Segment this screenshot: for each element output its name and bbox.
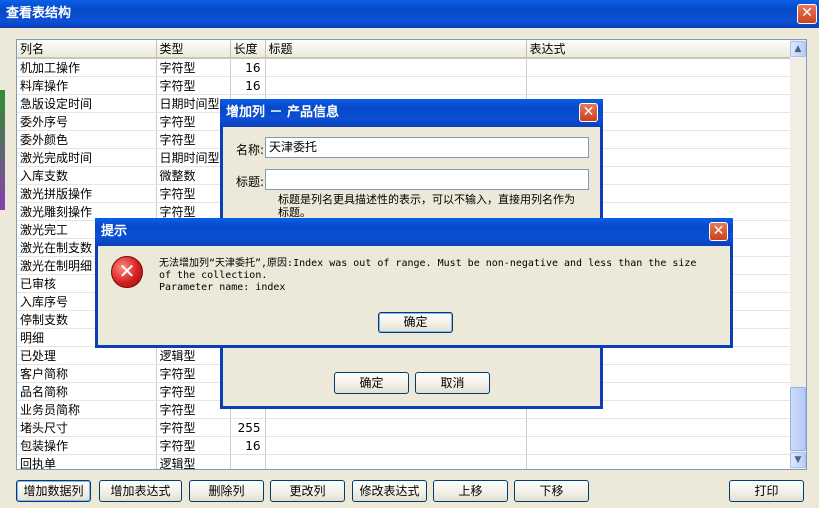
col-header-caption[interactable]: 标题: [265, 40, 527, 59]
table-row[interactable]: 料库操作 字符型 16: [17, 76, 792, 95]
cell-caption: [265, 418, 527, 437]
cell-caption: [265, 454, 527, 469]
table-header-row: 列名 类型 长度 标题 表达式: [17, 40, 792, 59]
cell-type: 字符型: [156, 112, 231, 131]
cell-caption: [265, 58, 527, 77]
add-data-column-button[interactable]: 增加数据列: [16, 480, 91, 502]
table-row[interactable]: 堵头尺寸 字符型 255: [17, 418, 792, 437]
alert-title: 提示: [101, 224, 128, 239]
cell-name: 入库支数: [17, 166, 157, 185]
cell-expression: [526, 454, 792, 469]
alert-titlebar: 提示: [95, 218, 733, 246]
cell-type: 字符型: [156, 130, 231, 149]
left-edge-strip: [0, 90, 5, 210]
cell-type: 字符型: [156, 418, 231, 437]
add-column-ok-button[interactable]: 确定: [334, 372, 409, 394]
error-icon: ✕: [111, 256, 143, 288]
edit-expression-button[interactable]: 修改表达式: [352, 480, 427, 502]
main-close-button[interactable]: ✕: [797, 4, 817, 24]
cell-caption: [265, 436, 527, 455]
add-column-cancel-button[interactable]: 取消: [415, 372, 490, 394]
table-row[interactable]: 机加工操作 字符型 16: [17, 58, 792, 77]
cell-name: 激光拼版操作: [17, 184, 157, 203]
name-label: 名称:: [236, 143, 265, 157]
move-down-button[interactable]: 下移: [514, 480, 589, 502]
cell-name: 业务员简称: [17, 400, 157, 419]
add-column-titlebar: 增加列 － 产品信息: [220, 99, 603, 127]
cell-expression: [526, 418, 792, 437]
delete-column-button[interactable]: 删除列: [189, 480, 264, 502]
add-column-title: 增加列 － 产品信息: [226, 105, 340, 120]
cell-name: 委外颜色: [17, 130, 157, 149]
scroll-down-button[interactable]: ▼: [790, 452, 806, 468]
cell-name: 急版设定时间: [17, 94, 157, 113]
alert-message: 无法增加列“天津委托”,原因:Index was out of range. M…: [159, 258, 729, 294]
alert-message-line-2: of the collection.: [159, 270, 268, 281]
cell-type: 日期时间型: [156, 148, 231, 167]
add-column-close-button[interactable]: ✕: [579, 103, 598, 122]
cell-expression: [526, 76, 792, 95]
caption-input[interactable]: [265, 169, 589, 190]
cell-name: 堵头尺寸: [17, 418, 157, 437]
alert-ok-button[interactable]: 确定: [378, 312, 453, 333]
caption-label: 标题:: [236, 175, 265, 189]
cell-expression: [526, 58, 792, 77]
cell-name: 客户简称: [17, 364, 157, 383]
cell-length: 16: [230, 436, 266, 455]
alert-message-line-3: Parameter name: index: [159, 282, 286, 293]
cell-name: 料库操作: [17, 76, 157, 95]
cell-type: 逻辑型: [156, 454, 231, 469]
cell-length: 16: [230, 76, 266, 95]
alert-dialog: 提示 ✕ ✕ 无法增加列“天津委托”,原因:Index was out of r…: [95, 218, 733, 348]
name-input[interactable]: 天津委托: [265, 137, 589, 158]
move-up-button[interactable]: 上移: [433, 480, 508, 502]
main-titlebar: 查看表结构: [0, 0, 819, 28]
scroll-up-button[interactable]: ▲: [790, 41, 806, 57]
cell-type: 日期时间型: [156, 94, 231, 113]
cell-name: 已处理: [17, 346, 157, 365]
cell-length: 255: [230, 418, 266, 437]
add-expression-button[interactable]: 增加表达式: [99, 480, 182, 502]
main-title: 查看表结构: [6, 6, 72, 21]
cell-type: 字符型: [156, 436, 231, 455]
change-column-button[interactable]: 更改列: [270, 480, 345, 502]
col-header-type[interactable]: 类型: [156, 40, 231, 59]
print-button[interactable]: 打印: [729, 480, 804, 502]
table-row[interactable]: 回执单 逻辑型: [17, 454, 792, 469]
col-header-name[interactable]: 列名: [17, 40, 157, 59]
cell-type: 字符型: [156, 364, 231, 383]
cell-name: 包装操作: [17, 436, 157, 455]
cell-name: 品名简称: [17, 382, 157, 401]
cell-name: 激光完成时间: [17, 148, 157, 167]
cell-name: 委外序号: [17, 112, 157, 131]
cell-name: 机加工操作: [17, 58, 157, 77]
alert-message-line-1: 无法增加列“天津委托”,原因:Index was out of range. M…: [159, 258, 697, 269]
table-row[interactable]: 包装操作 字符型 16: [17, 436, 792, 455]
grid-vertical-scrollbar[interactable]: ▲ ▼: [790, 40, 806, 469]
cell-expression: [526, 436, 792, 455]
alert-close-button[interactable]: ✕: [709, 222, 728, 241]
cell-type: 字符型: [156, 184, 231, 203]
col-header-expression[interactable]: 表达式: [526, 40, 792, 59]
col-header-length[interactable]: 长度: [230, 40, 266, 59]
cell-type: 逻辑型: [156, 346, 231, 365]
cell-type: 字符型: [156, 400, 231, 419]
scroll-thumb[interactable]: [790, 387, 806, 451]
cell-caption: [265, 76, 527, 95]
caption-hint: 标题是列名更具描述性的表示，可以不输入，直接用列名作为标题。: [278, 193, 575, 217]
cell-type: 字符型: [156, 382, 231, 401]
cell-length: 16: [230, 58, 266, 77]
cell-type: 微整数: [156, 166, 231, 185]
cell-length: [230, 454, 266, 469]
cell-type: 字符型: [156, 76, 231, 95]
cell-type: 字符型: [156, 58, 231, 77]
cell-name: 回执单: [17, 454, 157, 469]
